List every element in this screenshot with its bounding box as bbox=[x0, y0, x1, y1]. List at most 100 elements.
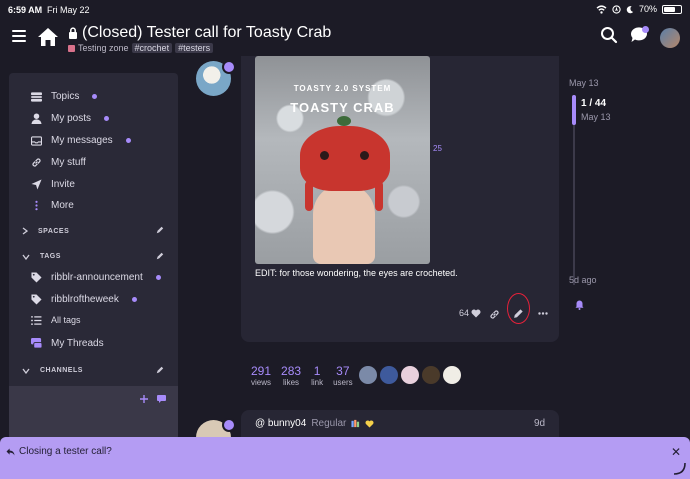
sidebar-item-invite[interactable]: Invite bbox=[31, 179, 75, 190]
close-icon[interactable]: ✕ bbox=[671, 445, 681, 459]
tag-icon bbox=[31, 294, 42, 305]
composer-title: Closing a tester call? bbox=[6, 446, 112, 457]
section-spaces[interactable]: SPACES bbox=[22, 227, 69, 235]
user-icon bbox=[31, 113, 42, 124]
sidebar-my-threads[interactable]: My Threads bbox=[31, 338, 104, 349]
sidebar-tag-ribblroftheweek[interactable]: ribblroftheweek bbox=[31, 294, 137, 305]
crab-leg bbox=[305, 181, 313, 211]
stat-label: users bbox=[333, 378, 353, 387]
timeline-handle[interactable] bbox=[572, 95, 576, 125]
heart-icon bbox=[365, 419, 374, 428]
edit-channels-icon[interactable] bbox=[156, 366, 164, 374]
edit-tags-icon[interactable] bbox=[156, 252, 164, 260]
bell-icon[interactable] bbox=[575, 300, 584, 310]
sidebar-item-my-stuff[interactable]: My stuff bbox=[31, 157, 86, 168]
edit-spaces-icon[interactable] bbox=[156, 226, 164, 234]
list-icon bbox=[31, 315, 42, 325]
battery-icon bbox=[662, 4, 682, 14]
stat-views: 291 views bbox=[251, 364, 271, 387]
timeline-start-date[interactable]: May 13 bbox=[569, 78, 599, 88]
chevron-down-icon bbox=[22, 368, 30, 374]
battery-percent: 70% bbox=[638, 4, 657, 14]
home-icon[interactable] bbox=[36, 26, 60, 48]
chat-notification-dot bbox=[642, 26, 649, 33]
topic-meta: Testing zone #crochet #testers bbox=[68, 43, 331, 53]
topic-title-area: (Closed) Tester call for Toasty Crab Tes… bbox=[68, 24, 331, 53]
image-caption-small: TOASTY 2.0 SYSTEM bbox=[293, 84, 392, 93]
like-button[interactable]: 64 bbox=[459, 308, 481, 318]
post-image[interactable]: TOASTY 2.0 SYSTEM TOASTY CRAB bbox=[255, 56, 430, 264]
sidebar-item-my-posts[interactable]: My posts bbox=[31, 113, 110, 124]
send-icon bbox=[31, 179, 42, 190]
section-label: CHANNELS bbox=[40, 367, 83, 374]
sidebar-tag-ribblr-announcement[interactable]: ribblr-announcement bbox=[31, 272, 161, 283]
tag-testers[interactable]: #testers bbox=[175, 43, 214, 53]
search-icon[interactable] bbox=[600, 26, 618, 44]
copy-link-icon[interactable] bbox=[489, 309, 500, 320]
participant-avatar[interactable] bbox=[422, 366, 440, 384]
stat-label: views bbox=[251, 378, 272, 387]
location-icon bbox=[612, 4, 621, 14]
category-link[interactable]: Testing zone bbox=[78, 43, 129, 53]
reply-user-rank: Regular bbox=[311, 418, 347, 429]
moon-icon bbox=[626, 5, 634, 13]
crab-leg bbox=[375, 181, 383, 211]
section-tags[interactable]: TAGS bbox=[22, 253, 61, 260]
top-header: (Closed) Tester call for Toasty Crab Tes… bbox=[0, 20, 690, 56]
participant-avatar[interactable] bbox=[443, 366, 461, 384]
tag-crochet[interactable]: #crochet bbox=[131, 43, 173, 53]
sidebar-item-label: ribblroftheweek bbox=[51, 294, 119, 305]
sidebar-item-label: My stuff bbox=[51, 157, 86, 168]
status-date: Fri May 22 bbox=[47, 5, 90, 15]
heart-icon bbox=[471, 309, 481, 317]
reply-timestamp: 9d bbox=[534, 418, 546, 429]
composer-bar[interactable]: Closing a tester call? ✕ bbox=[0, 437, 690, 479]
stat-label: likes bbox=[283, 378, 300, 387]
stat-likes: 283 likes bbox=[281, 364, 301, 387]
user-avatar[interactable] bbox=[660, 28, 680, 48]
sidebar-item-label: All tags bbox=[51, 315, 81, 325]
sidebar-item-topics[interactable]: Topics bbox=[31, 91, 98, 102]
participant-avatar[interactable] bbox=[359, 366, 377, 384]
add-channel-icon[interactable] bbox=[140, 395, 148, 403]
chevron-right-icon bbox=[22, 227, 28, 235]
post-card: TOASTY 2.0 SYSTEM TOASTY CRAB 25 EDIT: f… bbox=[241, 56, 559, 342]
timeline-post-count: 1 / 44 bbox=[581, 98, 607, 109]
post-body-text: EDIT: for those wondering, the eyes are … bbox=[255, 268, 458, 278]
stat-number: 37 bbox=[336, 364, 350, 378]
participant-avatar[interactable] bbox=[380, 366, 398, 384]
status-time: 6:59 AM bbox=[8, 5, 43, 15]
sidebar-item-more[interactable]: More bbox=[31, 200, 74, 211]
tag-icon bbox=[31, 272, 42, 283]
resize-grip-icon[interactable] bbox=[672, 461, 686, 475]
more-horizontal-icon[interactable] bbox=[538, 312, 548, 315]
topic-title[interactable]: (Closed) Tester call for Toasty Crab bbox=[68, 24, 331, 42]
sidebar-item-my-messages[interactable]: My messages bbox=[31, 135, 131, 146]
section-channels[interactable]: CHANNELS bbox=[22, 367, 83, 374]
participant-avatar[interactable] bbox=[401, 366, 419, 384]
stat-label: link bbox=[311, 378, 324, 387]
stat-number: 1 bbox=[313, 364, 321, 378]
status-bar: 6:59 AM Fri May 22 70% bbox=[0, 0, 690, 20]
sidebar-item-label: My posts bbox=[51, 113, 92, 124]
sidebar-channels-panel bbox=[9, 386, 178, 440]
stat-links[interactable]: 1 link bbox=[311, 364, 323, 387]
reply-author[interactable]: @ bunny04 Regular bbox=[255, 418, 374, 429]
sidebar-all-tags[interactable]: All tags bbox=[31, 315, 81, 325]
hamburger-menu-icon[interactable] bbox=[12, 30, 26, 42]
leaf-shape bbox=[337, 116, 351, 126]
unread-dot bbox=[131, 297, 137, 302]
topic-stats: 291 views 283 likes 1 link 37 users bbox=[251, 364, 353, 387]
participant-avatars bbox=[359, 366, 461, 384]
more-vertical-icon bbox=[35, 200, 38, 211]
status-indicators: 70% bbox=[596, 4, 682, 14]
timeline-current-date: May 13 bbox=[581, 112, 611, 122]
sidebar-item-label: Topics bbox=[51, 91, 80, 102]
sidebar-item-label: My messages bbox=[51, 135, 113, 146]
channel-chat-icon[interactable] bbox=[157, 395, 166, 403]
annotation-circle bbox=[507, 293, 530, 324]
crab-eye-left bbox=[320, 151, 329, 160]
lock-icon bbox=[69, 27, 77, 39]
unread-dot bbox=[125, 138, 131, 143]
timeline-end-date[interactable]: 5d ago bbox=[569, 275, 597, 285]
